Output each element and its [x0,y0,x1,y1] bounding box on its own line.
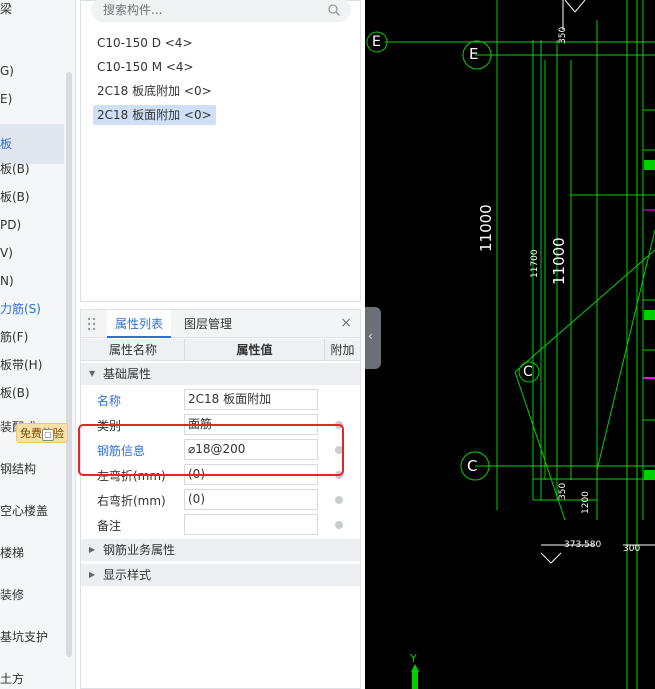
property-row-rebar-info: 钢筋信息 ⌀18@200 [81,438,360,463]
dimension-11000-b: 11000 [550,237,568,285]
dimension-350-bottom: 350 [558,482,568,500]
y-axis-label: Y [410,652,417,665]
dimension-350-top: 350 [558,26,568,44]
extra-radio[interactable] [335,521,343,529]
sidebar-item[interactable]: 基坑支护 [0,626,48,648]
drag-handle-icon[interactable] [87,317,97,331]
sidebar-item[interactable]: N) [0,270,14,292]
chevron-left-icon: ‹ [368,329,373,343]
expand-arrow-icon[interactable]: ▶ [89,564,95,586]
sidebar-item[interactable]: 空心楼盖 [0,500,48,522]
property-row-category: 类别 面筋 [81,413,360,438]
sidebar-item[interactable]: 梁 [0,0,12,20]
cad-drawing [366,0,655,689]
sidebar-item[interactable]: 装修 [0,584,24,606]
collapse-arrow-icon[interactable]: ▼ [89,363,95,385]
component-item-selected[interactable]: 2C18 板面附加 <0> [93,105,216,125]
property-value-field[interactable]: 面筋 [184,414,318,435]
search-box[interactable] [91,0,351,22]
property-label: 名称 [97,394,122,408]
elevation-label: 373.580 [564,540,602,550]
property-row-remark: 备注 [81,513,360,538]
extra-radio[interactable] [335,496,343,504]
search-icon[interactable] [327,3,341,17]
dimension-11700: 11700 [530,249,540,278]
property-label: 备注 [97,519,122,533]
property-value-field[interactable]: (0) [184,489,318,510]
sidebar-item[interactable]: E) [0,88,12,110]
cad-canvas[interactable]: E E C C 11000 11000 11700 350 350 1200 3… [365,0,655,689]
expand-arrow-icon[interactable]: ▶ [89,539,95,561]
sidebar-item[interactable]: 力筋(S) [0,298,41,320]
sidebar-item[interactable]: 土方 [0,668,24,689]
property-label: 类别 [97,419,122,433]
nav-scrollbar[interactable] [66,72,72,657]
group-basic-properties[interactable]: ▼ 基础属性 [81,363,360,385]
close-icon[interactable]: × [340,316,352,330]
left-nav-panel: 梁G)E)板板(B)板(B)PD)V)N)力筋(S)筋(F)板带(H)板(B)装… [0,0,76,689]
property-label: 钢筋信息 [97,444,146,458]
panel-collapse-handle[interactable]: ‹ [365,307,381,369]
column-name-header: 属性名称 [109,343,158,357]
property-grid-header: 属性名称 属性值 附加 [81,339,360,361]
dimension-1200: 1200 [581,491,591,514]
property-label: 左弯折(mm) [97,469,166,483]
property-value-field[interactable]: (0) [184,464,318,485]
sidebar-item[interactable]: V) [0,242,13,264]
extra-radio[interactable] [335,471,343,479]
property-label: 右弯折(mm) [97,494,166,508]
sidebar-item[interactable]: G) [0,60,14,82]
group-display-style[interactable]: ▶ 显示样式 [81,564,360,586]
tab-layer-management[interactable]: 图层管理 [184,310,232,338]
sidebar-item[interactable]: 钢结构 [0,458,36,480]
property-tabs: 属性列表 图层管理 × [81,310,360,338]
property-panel: 属性列表 图层管理 × 属性名称 属性值 附加 ▼ 基础属性 名称 2C18 板… [80,309,361,689]
extra-radio[interactable] [335,421,343,429]
property-row-left-bend: 左弯折(mm) (0) [81,463,360,488]
close-icon[interactable]: ▢ [42,429,54,441]
sidebar-item[interactable]: 筋(F) [0,326,28,348]
axis-label-e: E [372,34,381,50]
component-item[interactable]: 2C18 板底附加 <0> [93,81,216,101]
group-rebar-business[interactable]: ▶ 钢筋业务属性 [81,539,360,561]
property-value-field[interactable]: 2C18 板面附加 [184,389,318,410]
sidebar-item[interactable]: PD) [0,214,21,236]
search-input[interactable] [103,1,323,19]
component-item[interactable]: C10-150 D <4> [93,33,197,53]
component-list-panel: C10-150 D <4> C10-150 M <4> 2C18 板底附加 <0… [80,0,361,302]
property-value-field[interactable]: ⌀18@200 [184,439,318,460]
sidebar-item[interactable]: 楼梯 [0,542,24,564]
column-extra-header: 附加 [324,339,360,361]
axis-bubble-c: C [467,457,478,475]
sidebar-item[interactable]: 板(B) [0,158,30,180]
property-row-name: 名称 2C18 板面附加 [81,388,360,413]
property-row-right-bend: 右弯折(mm) (0) [81,488,360,513]
extra-radio[interactable] [335,446,343,454]
tab-property-list[interactable]: 属性列表 [107,310,172,338]
component-item[interactable]: C10-150 M <4> [93,57,198,77]
column-value-header: 属性值 [184,339,324,361]
axis-label-c: C [523,364,533,380]
sidebar-item[interactable]: 板带(H) [0,354,42,376]
sidebar-item[interactable]: 板(B) [0,382,30,404]
axis-bubble-e: E [469,45,479,63]
dimension-300: 300 [623,544,641,554]
sidebar-item[interactable]: 板(B) [0,186,30,208]
dimension-11000-a: 11000 [477,204,495,252]
property-value-field[interactable] [184,514,318,535]
